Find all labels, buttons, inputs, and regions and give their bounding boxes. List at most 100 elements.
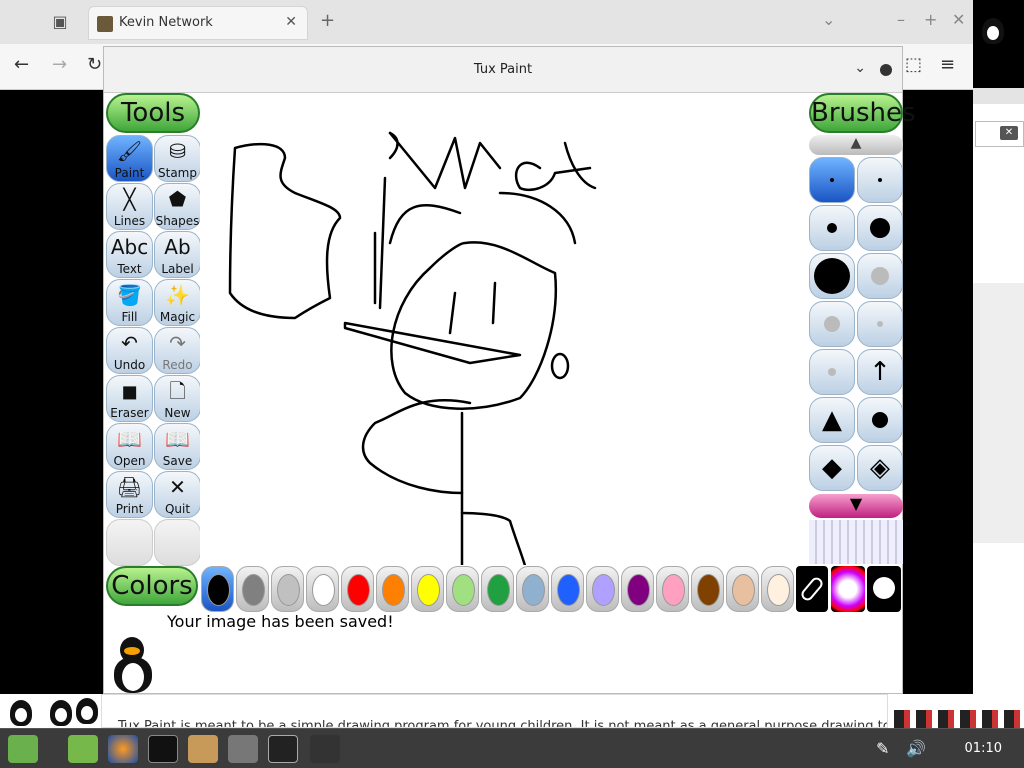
brush-option[interactable]	[857, 301, 903, 347]
brush-shape-icon: ◆	[822, 453, 842, 483]
tool-undo-button[interactable]: ↶ Undo	[106, 327, 153, 374]
brush-option[interactable]: ◆	[809, 445, 855, 491]
firefox-icon[interactable]	[108, 735, 138, 763]
brush-option[interactable]	[809, 349, 855, 395]
color-swatch[interactable]	[621, 566, 654, 612]
page-text: Tux Paint is meant to be a simple drawin…	[118, 719, 888, 728]
color-swatch[interactable]	[411, 566, 444, 612]
tux-taskbar-icon[interactable]	[310, 735, 340, 763]
tab-close-button[interactable]: ✕	[285, 14, 297, 30]
settings-icon[interactable]	[228, 735, 258, 763]
menu-icon[interactable]: ≡	[940, 54, 955, 75]
open-icon: 📖	[117, 427, 142, 451]
brush-dot-icon	[814, 258, 850, 294]
color-swatch[interactable]	[586, 566, 619, 612]
forward-button[interactable]: →	[52, 54, 67, 75]
brush-option[interactable]	[857, 253, 903, 299]
color-swatch[interactable]	[726, 566, 759, 612]
package-icon[interactable]	[188, 735, 218, 763]
tool-print-button[interactable]: 🖨 Print	[106, 471, 153, 518]
clear-icon[interactable]: ✕	[1000, 126, 1018, 140]
mint-menu-icon[interactable]	[8, 735, 38, 763]
chevron-down-icon[interactable]: ⌄	[854, 60, 866, 76]
tool-lines-button[interactable]: ╳ Lines	[106, 183, 153, 230]
brush-dot-icon	[870, 218, 890, 238]
tool-stamp-button[interactable]: ⛁ Stamp	[154, 135, 201, 182]
brush-scroll-up-icon[interactable]: ▲	[809, 135, 903, 155]
rainbow-color-icon[interactable]	[831, 566, 865, 612]
tool-label: Fill	[121, 310, 138, 324]
tool-fill-button[interactable]: 🪣 Fill	[106, 279, 153, 326]
browser-tab[interactable]: Kevin Network ✕	[88, 6, 308, 40]
brush-option[interactable]	[809, 253, 855, 299]
tool-redo-button[interactable]: ↷ Redo	[154, 327, 201, 374]
color-swatch[interactable]	[341, 566, 374, 612]
terminal-icon[interactable]	[148, 735, 178, 763]
brush-option[interactable]: ◈	[857, 445, 903, 491]
color-swatch[interactable]	[656, 566, 689, 612]
color-swatch[interactable]	[691, 566, 724, 612]
color-swatch[interactable]	[236, 566, 269, 612]
volume-icon[interactable]: 🔊	[906, 735, 928, 763]
new-tab-button[interactable]: +	[320, 10, 335, 31]
stamp-icon: ⛁	[169, 139, 186, 163]
tool-eraser-button[interactable]: ◼ Eraser	[106, 375, 153, 422]
brush-option[interactable]	[809, 301, 855, 347]
tool-magic-button[interactable]: ✨ Magic	[154, 279, 201, 326]
color-swatch[interactable]	[306, 566, 339, 612]
tool-label-button[interactable]: Ab Label	[154, 231, 201, 278]
color-swatch[interactable]	[271, 566, 304, 612]
color-swatch[interactable]	[516, 566, 549, 612]
tool-new-button[interactable]: 🗋 New	[154, 375, 201, 422]
color-dot-icon	[662, 574, 685, 606]
palette-icon[interactable]	[867, 566, 901, 612]
brush-option[interactable]: ▲	[809, 397, 855, 443]
reload-button[interactable]: ↻	[87, 54, 102, 75]
tab-dropdown-icon[interactable]: ⌄	[822, 10, 835, 29]
window-title: Tux Paint	[473, 62, 533, 77]
tool-label: Shapes	[155, 214, 200, 228]
color-swatch[interactable]	[481, 566, 514, 612]
tool-paint-button[interactable]: 🖌 Paint	[106, 135, 153, 182]
brush-dot-icon	[878, 178, 882, 182]
color-swatch[interactable]	[201, 566, 234, 612]
maximize-button[interactable]: +	[924, 10, 937, 29]
minimize-button[interactable]: –	[897, 10, 905, 29]
color-swatch[interactable]	[446, 566, 479, 612]
tool-shapes-button[interactable]: ⬟ Shapes	[154, 183, 201, 230]
color-swatch[interactable]	[761, 566, 794, 612]
text-icon: Abc	[110, 235, 149, 259]
brush-option[interactable]	[857, 157, 903, 203]
tool-quit-button[interactable]: ✕ Quit	[154, 471, 201, 518]
color-dot-icon	[732, 574, 755, 606]
tuxpaint-window: Tux Paint ⌄ Tools 🖌 Paint ⛁ Stamp ╳ Lines ⬟ Sha…	[103, 46, 916, 694]
eraser-icon: ◼	[121, 379, 138, 403]
brush-option[interactable]	[809, 205, 855, 251]
drawing-canvas[interactable]	[200, 93, 807, 615]
back-button[interactable]: ←	[14, 54, 29, 75]
tool-label: Open	[113, 454, 146, 468]
color-picker-dropper-icon[interactable]	[796, 566, 828, 612]
close-dot-icon[interactable]	[880, 64, 892, 76]
colors-header: Colors	[106, 566, 198, 606]
tool-save-button[interactable]: 📖 Save	[154, 423, 201, 470]
color-swatch[interactable]	[551, 566, 584, 612]
brush-option[interactable]	[857, 397, 903, 443]
extensions-icon[interactable]: ⬚	[905, 54, 922, 75]
brush-dot-icon	[824, 316, 840, 332]
tool-text-button[interactable]: Abc Text	[106, 231, 153, 278]
tool-open-button[interactable]: 📖 Open	[106, 423, 153, 470]
brush-option[interactable]	[809, 157, 855, 203]
brush-option[interactable]: ↑	[857, 349, 903, 395]
brush-scroll-down-icon[interactable]: ▼	[809, 494, 903, 518]
print-icon: 🖨	[116, 475, 143, 499]
pen-icon[interactable]: ✎	[876, 735, 898, 763]
tuxpaint-taskbar-icon[interactable]	[268, 735, 298, 763]
close-window-button[interactable]: ✕	[952, 10, 965, 29]
color-swatch[interactable]	[376, 566, 409, 612]
tab-list-button[interactable]: ▣	[48, 10, 72, 34]
paint-icon: 🖌	[116, 139, 143, 163]
color-dot-icon	[382, 574, 405, 606]
brush-option[interactable]	[857, 205, 903, 251]
files-icon[interactable]	[68, 735, 98, 763]
